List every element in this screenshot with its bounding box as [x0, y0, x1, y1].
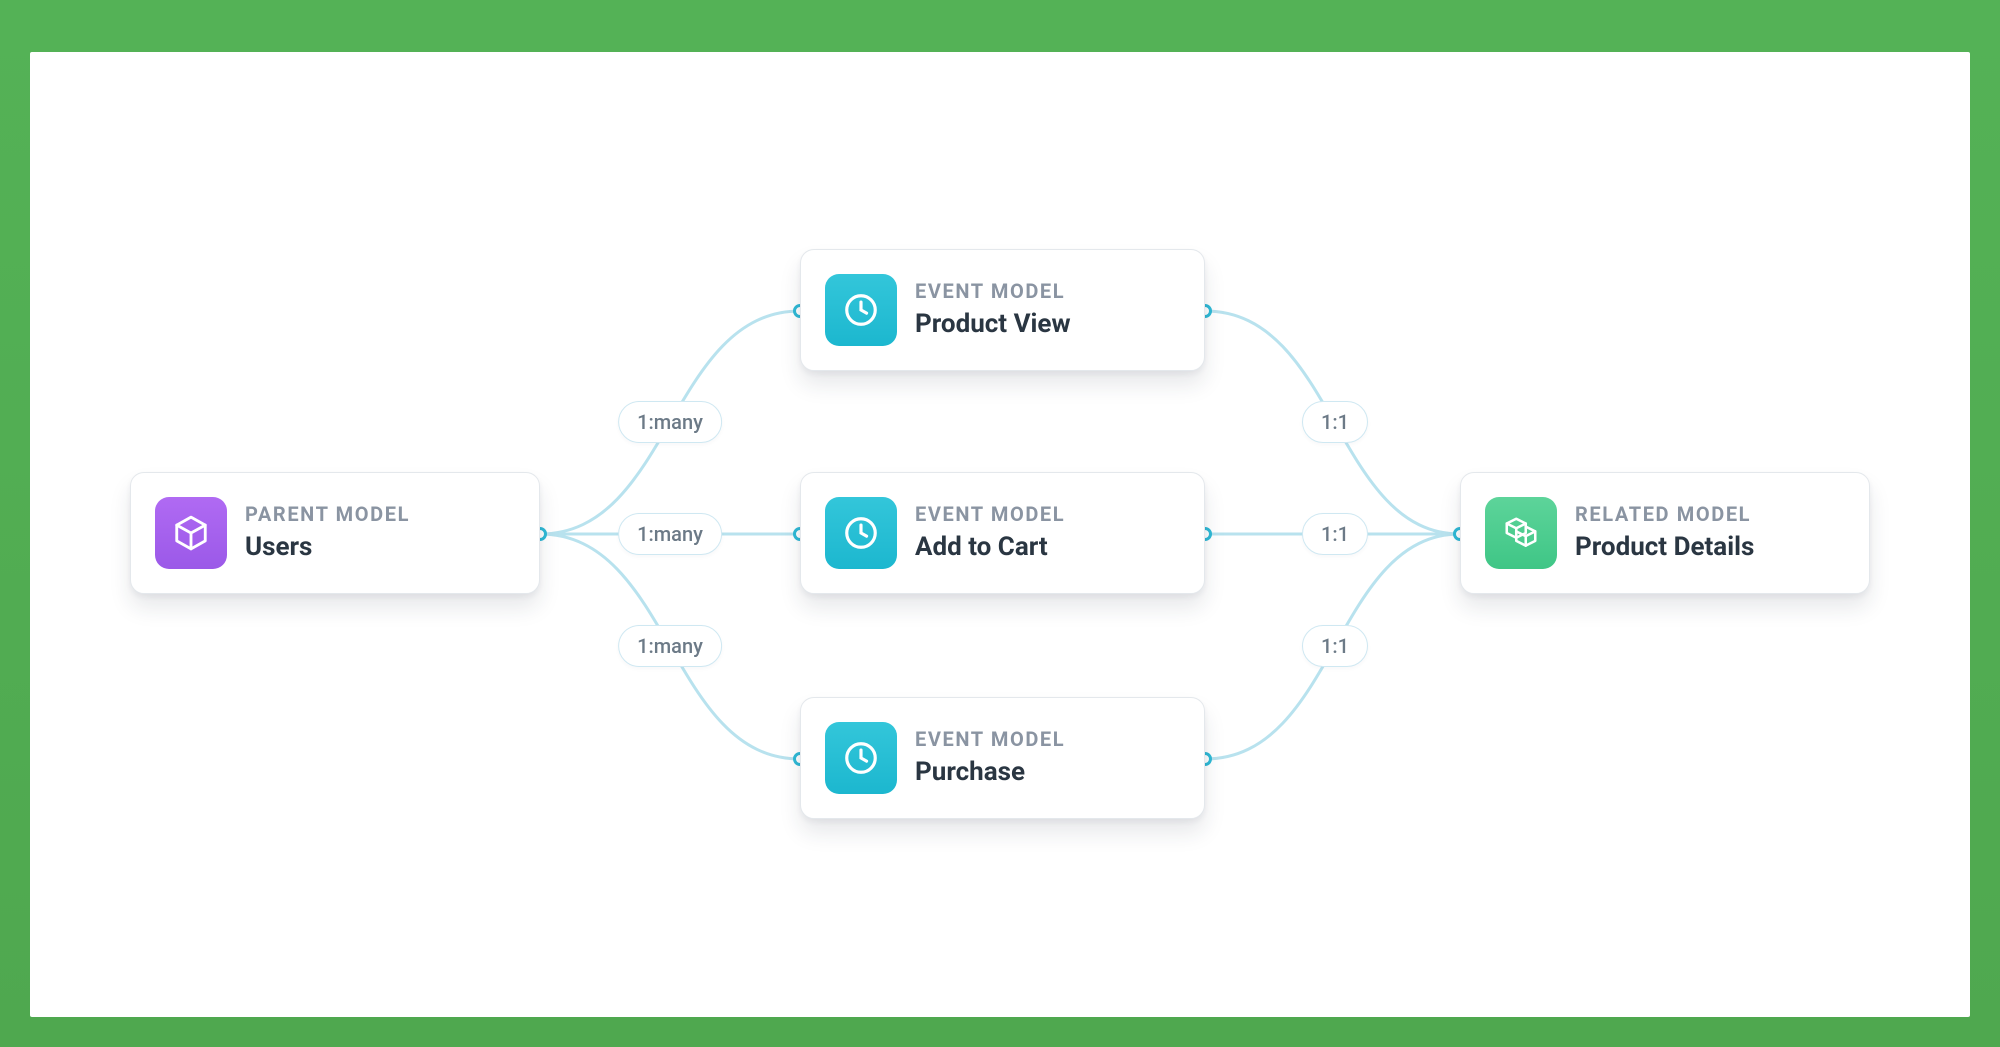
stacked-cubes-icon: [1485, 497, 1557, 569]
node-title: Product View: [915, 308, 1071, 341]
node-eyebrow: RELATED MODEL: [1575, 502, 1754, 527]
node-eyebrow: PARENT MODEL: [245, 502, 410, 527]
node-eyebrow: EVENT MODEL: [915, 727, 1065, 752]
relation-chip: 1:1: [1302, 401, 1368, 443]
node-title: Purchase: [915, 756, 1065, 789]
parent-model-node[interactable]: PARENT MODEL Users: [130, 472, 540, 594]
relation-chip: 1:many: [618, 513, 722, 555]
relation-chip: 1:many: [618, 625, 722, 667]
relation-chip: 1:many: [618, 401, 722, 443]
event-model-node[interactable]: EVENT MODEL Purchase: [800, 697, 1205, 819]
event-model-node[interactable]: EVENT MODEL Add to Cart: [800, 472, 1205, 594]
relation-chip: 1:1: [1302, 625, 1368, 667]
node-eyebrow: EVENT MODEL: [915, 279, 1071, 304]
diagram-canvas: 1:many 1:many 1:many 1:1 1:1 1:1 PARENT …: [30, 52, 1970, 1017]
event-model-node[interactable]: EVENT MODEL Product View: [800, 249, 1205, 371]
node-title: Product Details: [1575, 531, 1754, 564]
node-title: Add to Cart: [915, 531, 1065, 564]
node-eyebrow: EVENT MODEL: [915, 502, 1065, 527]
cube-icon: [155, 497, 227, 569]
clock-icon: [825, 722, 897, 794]
clock-icon: [825, 274, 897, 346]
related-model-node[interactable]: RELATED MODEL Product Details: [1460, 472, 1870, 594]
node-title: Users: [245, 531, 410, 564]
clock-icon: [825, 497, 897, 569]
relation-chip: 1:1: [1302, 513, 1368, 555]
